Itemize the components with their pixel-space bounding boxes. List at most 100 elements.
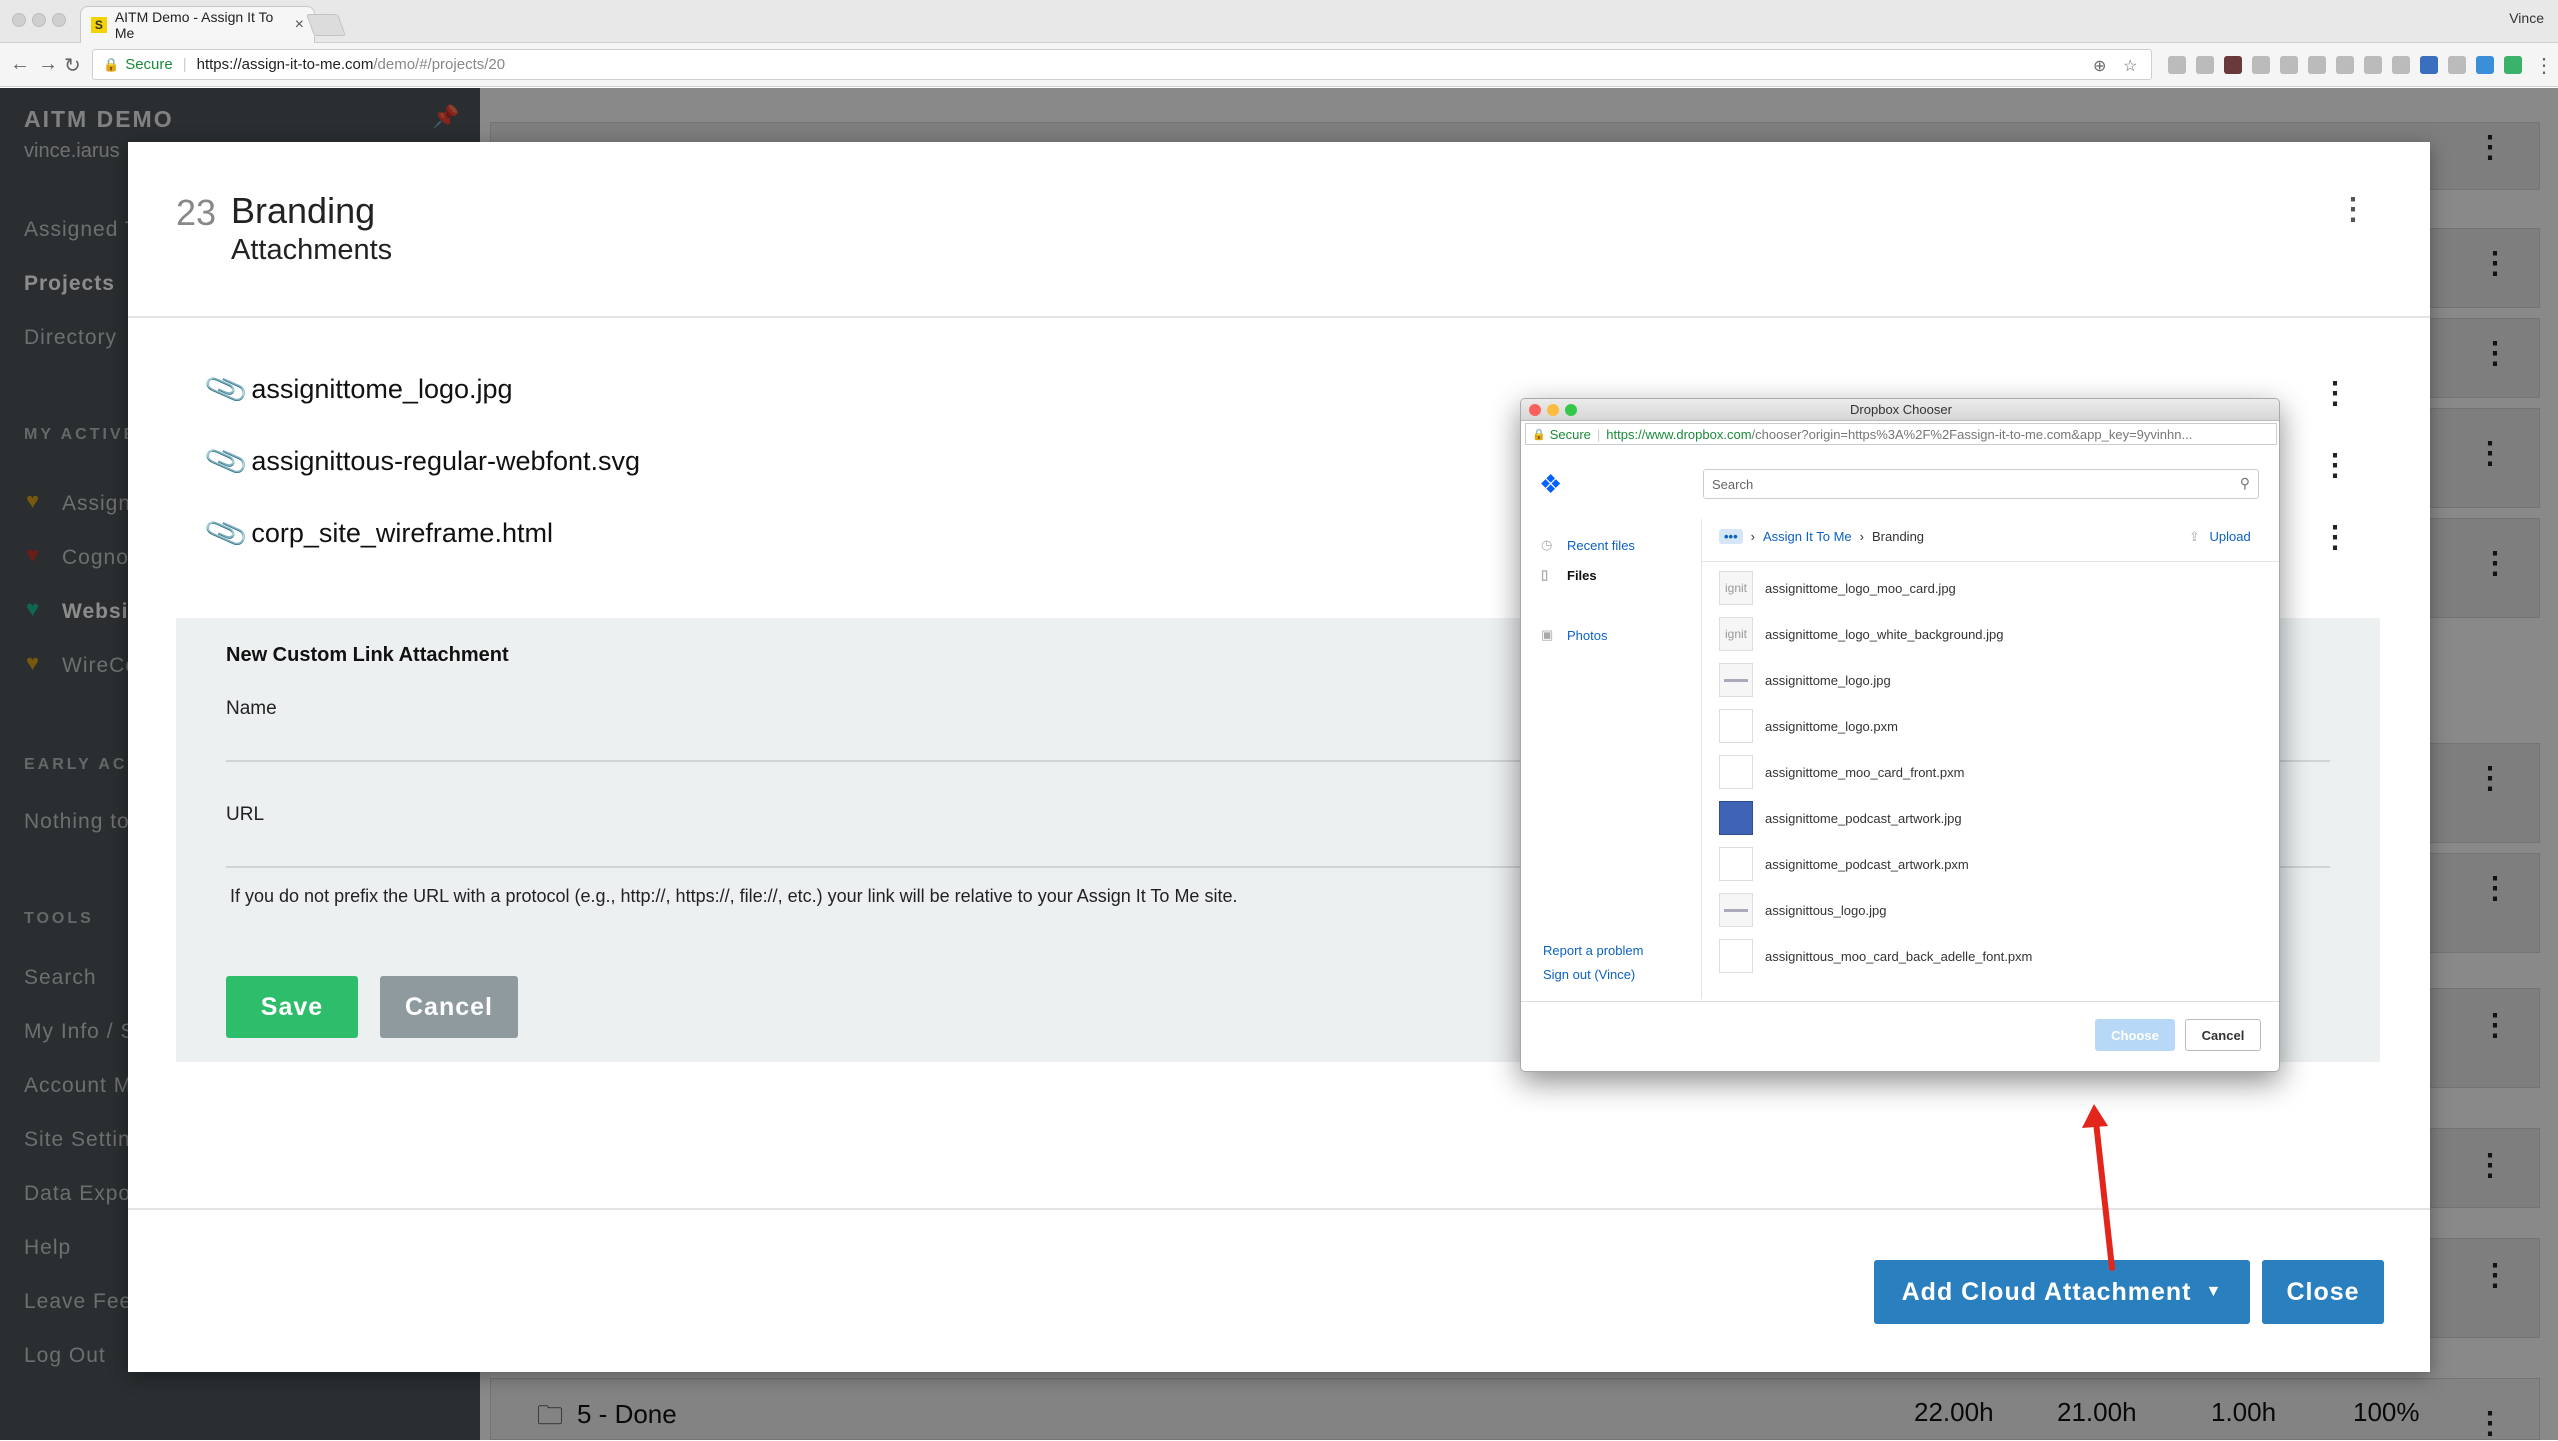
- upload-button[interactable]: ⇪ Upload: [2189, 529, 2251, 545]
- file-thumbnail: [1719, 663, 1753, 697]
- window-zoom-dot[interactable]: [1565, 404, 1577, 416]
- nav-recent-files[interactable]: ◷ Recent files: [1541, 537, 1635, 553]
- divider: [128, 316, 2430, 318]
- file-row[interactable]: assignittome_podcast_artwork.jpg: [1719, 795, 1962, 841]
- file-row[interactable]: assignittous_logo.jpg: [1719, 887, 1886, 933]
- attachment-name[interactable]: corp_site_wireframe.html: [251, 518, 553, 549]
- browser-menu-icon[interactable]: ⋮: [2534, 53, 2554, 78]
- reload-icon[interactable]: ↻: [64, 53, 81, 78]
- address-bar[interactable]: 🔒 Secure | https://assign-it-to-me.com/d…: [92, 49, 2152, 80]
- back-icon[interactable]: ←: [10, 53, 30, 76]
- omnibox-separator: |: [182, 56, 187, 73]
- nav-photos[interactable]: ▣ Photos: [1541, 627, 1607, 643]
- file-row[interactable]: assignittome_logo.pxm: [1719, 703, 1898, 749]
- tab-close-icon[interactable]: ×: [295, 16, 304, 34]
- extension-shield-icon[interactable]: [2476, 56, 2494, 74]
- extension-g-icon[interactable]: [2504, 56, 2522, 74]
- file-name: assignittome_logo.pxm: [1765, 718, 1898, 734]
- divider: [1521, 1001, 2279, 1002]
- extension-new-icon[interactable]: [2420, 56, 2438, 74]
- file-row[interactable]: assignittome_podcast_artwork.pxm: [1719, 841, 1969, 887]
- lock-icon: 🔒: [103, 56, 120, 72]
- extension-mail-icon[interactable]: [2224, 56, 2242, 74]
- nav-files[interactable]: ▯ Files: [1541, 567, 1597, 583]
- attachment-menu-icon[interactable]: ⋮: [2320, 376, 2350, 411]
- window-zoom-dot[interactable]: [52, 13, 66, 27]
- window-minimize-dot[interactable]: [32, 13, 46, 27]
- nav-label: Files: [1567, 567, 1597, 583]
- dropbox-window-title: Dropbox Chooser: [1521, 399, 2279, 421]
- divider: [1702, 561, 2279, 562]
- file-thumbnail: ignit: [1719, 617, 1753, 651]
- extension-md-icon[interactable]: [2448, 56, 2466, 74]
- document-icon: [1719, 755, 1753, 789]
- paperclip-icon: 📎: [202, 510, 251, 557]
- close-button[interactable]: Close: [2262, 1260, 2384, 1324]
- browser-tab[interactable]: S AITM Demo - Assign It To Me ×: [80, 6, 315, 43]
- extension-info-icon[interactable]: [2168, 56, 2186, 74]
- report-problem-link[interactable]: Report a problem: [1543, 943, 1643, 958]
- attachment-name[interactable]: assignittous-regular-webfont.svg: [251, 446, 640, 477]
- browser-tabstrip: S AITM Demo - Assign It To Me × Vince: [0, 0, 2558, 43]
- zoom-icon[interactable]: ⊕: [2093, 56, 2106, 76]
- modal-menu-icon[interactable]: ⋮: [2338, 192, 2368, 227]
- lock-icon: 🔒: [1532, 428, 1546, 441]
- tab-favicon-icon: S: [91, 17, 107, 33]
- file-row[interactable]: assignittome_logo.jpg: [1719, 657, 1891, 703]
- paperclip-icon: 📎: [202, 438, 251, 485]
- browser-profile[interactable]: Vince: [2509, 10, 2544, 26]
- clock-icon: ◷: [1541, 537, 1553, 552]
- attachment-item[interactable]: 📎 assignittous-regular-webfont.svg: [203, 439, 640, 485]
- secure-label: Secure: [1549, 426, 1591, 442]
- dropbox-chooser-window: Dropbox Chooser 🔒 Secure | https://www.d…: [1520, 398, 2280, 1072]
- attachment-menu-icon[interactable]: ⋮: [2320, 520, 2350, 555]
- nav-label: Recent files: [1567, 537, 1635, 553]
- upload-label: Upload: [2209, 529, 2251, 544]
- file-row[interactable]: ignit assignittome_logo_moo_card.jpg: [1719, 565, 1956, 611]
- window-close-dot[interactable]: [1529, 404, 1541, 416]
- dropbox-search-input[interactable]: Search ⚲: [1703, 469, 2259, 499]
- forward-icon[interactable]: →: [38, 53, 58, 76]
- window-minimize-dot[interactable]: [1547, 404, 1559, 416]
- breadcrumb: ••• › Assign It To Me › Branding: [1719, 529, 1924, 544]
- image-thumbnail: [1719, 801, 1753, 835]
- breadcrumb-parent[interactable]: Assign It To Me: [1763, 529, 1852, 544]
- extension-feather-icon[interactable]: [2336, 56, 2354, 74]
- window-close-dot[interactable]: [12, 13, 26, 27]
- choose-button[interactable]: Choose: [2095, 1019, 2175, 1051]
- document-icon: [1719, 709, 1753, 743]
- extension-camera-icon[interactable]: [2196, 56, 2214, 74]
- save-button[interactable]: Save: [226, 976, 358, 1038]
- url-label: URL: [226, 804, 265, 825]
- dropbox-address-bar: 🔒 Secure | https://www.dropbox.com/choos…: [1525, 423, 2277, 445]
- sign-out-link[interactable]: Sign out (Vince): [1543, 967, 1635, 982]
- extension-tracker-icon[interactable]: [2252, 56, 2270, 74]
- photo-icon: ▣: [1541, 627, 1554, 642]
- new-tab-button[interactable]: [305, 14, 347, 36]
- attachment-item[interactable]: 📎 corp_site_wireframe.html: [203, 511, 553, 557]
- breadcrumb-more[interactable]: •••: [1719, 529, 1743, 544]
- url-separator: |: [1596, 426, 1601, 442]
- file-row[interactable]: assignittous_moo_card_back_adelle_font.p…: [1719, 933, 2032, 979]
- attachment-menu-icon[interactable]: ⋮: [2320, 448, 2350, 483]
- task-number: 23: [176, 192, 217, 233]
- add-cloud-attachment-label: Add Cloud Attachment: [1901, 1277, 2192, 1306]
- search-icon: ⚲: [2239, 475, 2250, 491]
- file-icon: ▯: [1541, 567, 1549, 582]
- modal-title: Branding: [231, 190, 376, 231]
- cancel-button[interactable]: Cancel: [380, 976, 518, 1038]
- file-name: assignittome_logo_moo_card.jpg: [1765, 580, 1956, 596]
- extension-grid-icon[interactable]: [2280, 56, 2298, 74]
- file-row[interactable]: assignittome_moo_card_front.pxm: [1719, 749, 1964, 795]
- bookmark-star-icon[interactable]: ☆: [2123, 56, 2137, 76]
- extension-box-icon[interactable]: [2392, 56, 2410, 74]
- file-row[interactable]: ignit assignittome_logo_white_background…: [1719, 611, 2004, 657]
- dropbox-cancel-button[interactable]: Cancel: [2185, 1019, 2261, 1051]
- modal-subtitle: Attachments: [231, 234, 393, 266]
- attachment-item[interactable]: 📎 assignittome_logo.jpg: [203, 367, 513, 413]
- extension-pin-icon[interactable]: [2364, 56, 2382, 74]
- attachment-name[interactable]: assignittome_logo.jpg: [251, 374, 512, 405]
- dropbox-url: https://www.dropbox.com/chooser?origin=h…: [1606, 427, 2192, 442]
- extension-translate-icon[interactable]: [2308, 56, 2326, 74]
- add-cloud-attachment-button[interactable]: Add Cloud Attachment ▼: [1874, 1260, 2250, 1324]
